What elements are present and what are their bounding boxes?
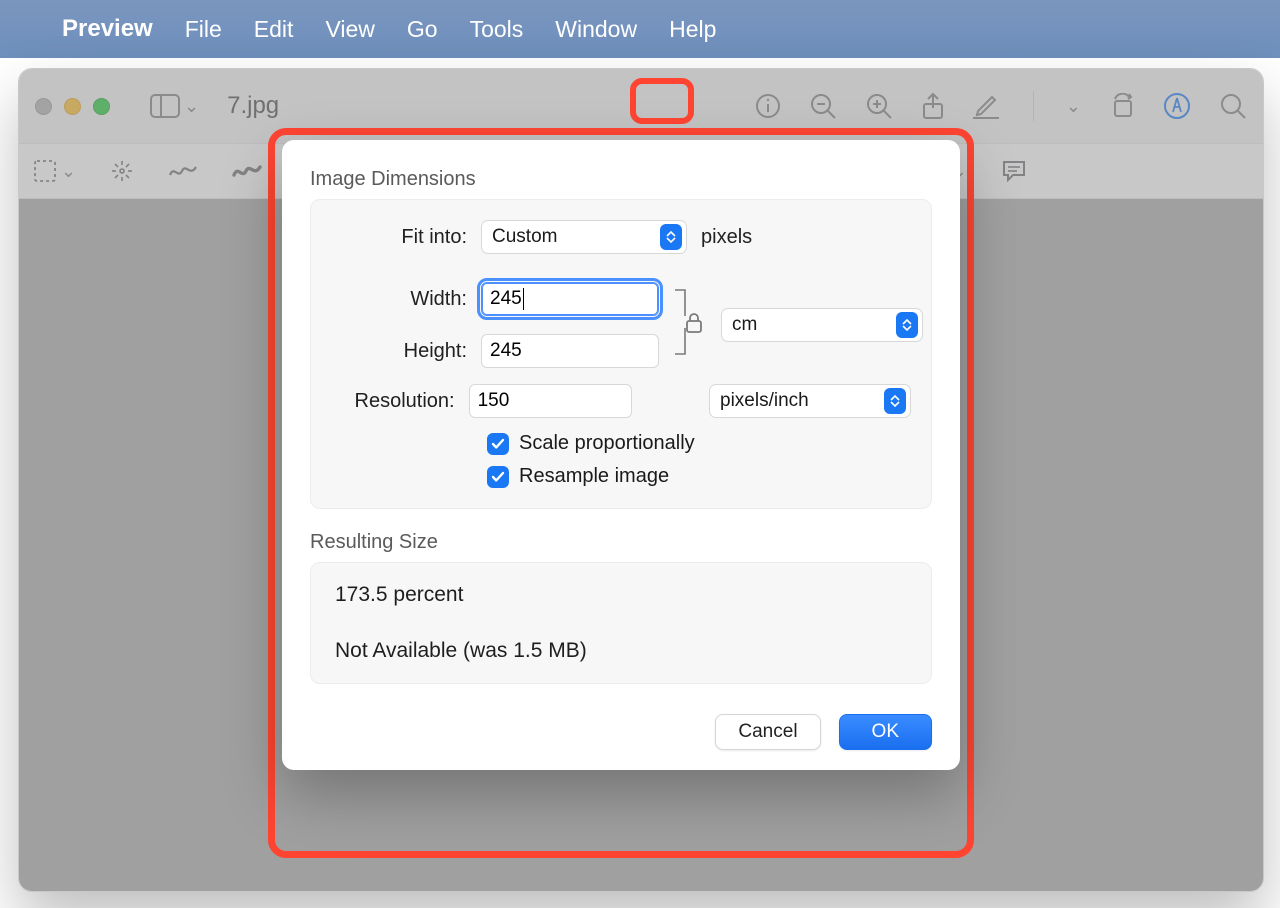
selection-tool-button[interactable]: ⌄ xyxy=(27,155,82,187)
instant-alpha-button[interactable] xyxy=(104,155,140,187)
search-icon[interactable] xyxy=(1219,92,1247,120)
menu-edit[interactable]: Edit xyxy=(254,16,294,43)
resample-image-checkbox[interactable] xyxy=(487,466,509,488)
chevron-down-icon: ⌄ xyxy=(184,96,199,117)
macos-menu-bar: Preview File Edit View Go Tools Window H… xyxy=(0,0,1280,58)
menu-app-name[interactable]: Preview xyxy=(62,15,153,43)
fit-into-value: Custom xyxy=(492,226,557,248)
share-icon[interactable] xyxy=(921,92,945,120)
scale-proportionally-checkbox[interactable] xyxy=(487,433,509,455)
image-dimensions-label: Image Dimensions xyxy=(310,168,932,191)
result-percent-text: 173.5 percent xyxy=(335,583,907,607)
menu-file[interactable]: File xyxy=(185,16,222,43)
zoom-in-icon[interactable] xyxy=(865,92,893,120)
height-label: Height: xyxy=(331,340,467,363)
window-titlebar: ⌄ 7.jpg ⌄ xyxy=(19,69,1263,143)
menu-go[interactable]: Go xyxy=(407,16,438,43)
height-input[interactable]: 245 xyxy=(481,334,659,368)
rotate-icon[interactable] xyxy=(1109,93,1135,119)
wh-unit-value: cm xyxy=(732,314,757,336)
resolution-unit-select[interactable]: pixels/inch xyxy=(709,384,911,418)
draw-tool-button[interactable] xyxy=(226,157,268,185)
dialog-button-row: Cancel OK xyxy=(310,714,932,750)
sidebar-toggle-button[interactable]: ⌄ xyxy=(150,94,199,118)
fit-into-label: Fit into: xyxy=(331,226,467,249)
zoom-window-button[interactable] xyxy=(93,98,110,115)
menu-help[interactable]: Help xyxy=(669,16,716,43)
zoom-out-icon[interactable] xyxy=(809,92,837,120)
separator xyxy=(1033,91,1034,121)
select-stepper-icon xyxy=(896,312,918,338)
resolution-unit-value: pixels/inch xyxy=(720,390,809,412)
annotate-note-button[interactable] xyxy=(995,156,1033,186)
menu-window[interactable]: Window xyxy=(555,16,637,43)
markup-pencil-icon[interactable] xyxy=(973,93,1001,119)
resolution-label: Resolution: xyxy=(331,390,455,413)
chevron-down-icon: ⌄ xyxy=(61,161,76,182)
width-label: Width: xyxy=(331,288,467,311)
scale-proportionally-label: Scale proportionally xyxy=(519,432,695,455)
chevron-down-icon[interactable]: ⌄ xyxy=(1066,96,1081,117)
adjust-size-dialog: Image Dimensions Fit into: Custom pixels… xyxy=(282,140,960,770)
width-input[interactable]: 245 xyxy=(481,282,659,316)
info-icon[interactable] xyxy=(755,93,781,119)
resulting-size-panel: 173.5 percent Not Available (was 1.5 MB) xyxy=(310,562,932,684)
width-height-unit-select[interactable]: cm xyxy=(721,308,923,342)
cancel-button[interactable]: Cancel xyxy=(715,714,820,750)
ok-button[interactable]: OK xyxy=(839,714,932,750)
traffic-lights xyxy=(35,98,110,115)
menu-tools[interactable]: Tools xyxy=(470,16,524,43)
resample-image-label: Resample image xyxy=(519,465,669,488)
menu-view[interactable]: View xyxy=(325,16,374,43)
titlebar-tool-icons: ⌄ xyxy=(755,91,1247,121)
select-stepper-icon xyxy=(884,388,906,414)
document-title: 7.jpg xyxy=(227,92,279,120)
image-dimensions-panel: Fit into: Custom pixels Width: 245 xyxy=(310,199,932,509)
markup-circle-icon[interactable] xyxy=(1163,92,1191,120)
select-stepper-icon xyxy=(660,224,682,250)
fit-into-select[interactable]: Custom xyxy=(481,220,687,254)
minimize-window-button[interactable] xyxy=(64,98,81,115)
resulting-size-label: Resulting Size xyxy=(310,531,932,554)
fit-into-unit-suffix: pixels xyxy=(701,226,752,249)
resolution-input[interactable]: 150 xyxy=(469,384,632,418)
result-filesize-text: Not Available (was 1.5 MB) xyxy=(335,639,907,663)
close-window-button[interactable] xyxy=(35,98,52,115)
sketch-tool-button[interactable] xyxy=(162,157,204,185)
